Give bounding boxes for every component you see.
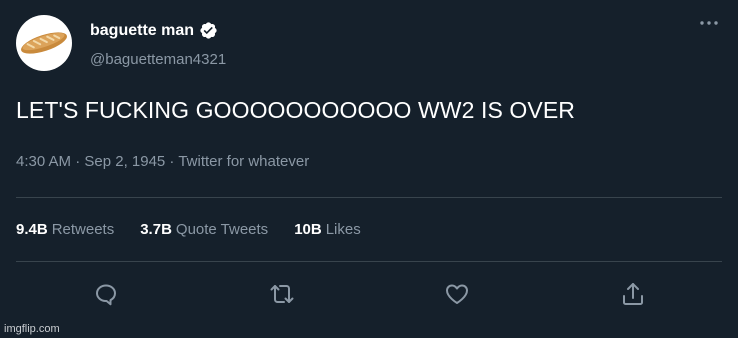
tweet-card: baguette man @baguetteman4321 LET'S FUCK…: [0, 0, 738, 338]
reply-icon: [96, 284, 116, 306]
divider: [16, 197, 722, 198]
retweets-count: 9.4B: [16, 221, 48, 238]
reply-button[interactable]: [92, 280, 120, 308]
action-bar: [0, 280, 738, 308]
engagement-stats: 9.4B Retweets 3.7B Quote Tweets 10B Like…: [16, 221, 361, 238]
tweet-timestamp[interactable]: 4:30 AM · Sep 2, 1945 · Twitter for what…: [16, 153, 309, 170]
display-name[interactable]: baguette man: [90, 22, 194, 40]
like-button[interactable]: [443, 280, 471, 308]
display-name-row[interactable]: baguette man: [90, 21, 218, 40]
retweets-label: Retweets: [51, 221, 115, 238]
quote-tweets-count: 3.7B: [140, 221, 172, 238]
share-icon: [623, 283, 643, 305]
retweets-stat[interactable]: 9.4B Retweets: [16, 221, 114, 238]
more-options-icon[interactable]: [698, 18, 720, 28]
retweet-icon: [270, 285, 294, 303]
quote-tweets-label: Quote Tweets: [175, 221, 269, 238]
baguette-image: [21, 32, 67, 54]
likes-count: 10B: [294, 221, 322, 238]
heart-icon: [446, 284, 468, 304]
tweet-text: LET'S FUCKING GOOOOOOOOOOO WW2 IS OVER: [16, 97, 575, 123]
likes-stat[interactable]: 10B Likes: [294, 221, 361, 238]
retweet-button[interactable]: [268, 280, 296, 308]
quote-tweets-stat[interactable]: 3.7B Quote Tweets: [140, 221, 268, 238]
user-handle[interactable]: @baguetteman4321: [90, 51, 226, 68]
likes-label: Likes: [325, 221, 361, 238]
verified-badge-icon: [199, 21, 218, 40]
divider: [16, 261, 722, 262]
imgflip-watermark: imgflip.com: [4, 323, 60, 335]
share-button[interactable]: [619, 280, 647, 308]
avatar[interactable]: [16, 15, 72, 71]
